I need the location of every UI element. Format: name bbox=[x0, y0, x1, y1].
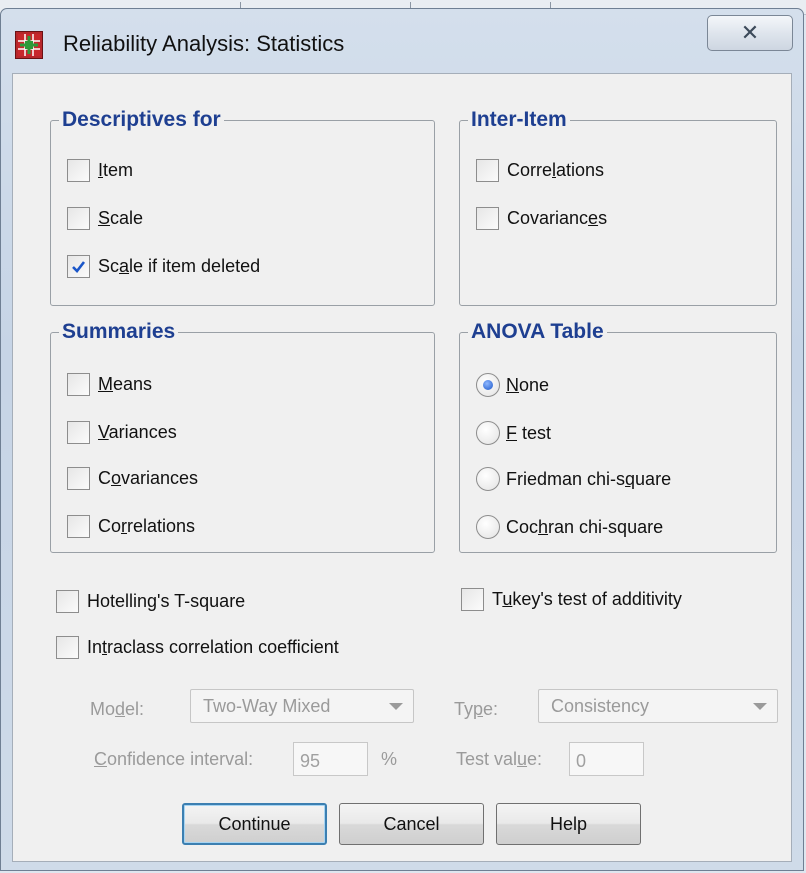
tukey-label: Tukey's test of additivity bbox=[492, 589, 682, 609]
intraclass-label: Intraclass correlation coefficient bbox=[87, 637, 339, 657]
tukey-checkbox[interactable]: Tukey's test of additivity bbox=[461, 588, 682, 611]
dialog-body: Descriptives for Item Scale Scale if ite… bbox=[12, 73, 792, 862]
close-icon: ✕ bbox=[740, 20, 760, 45]
confidence-interval-input[interactable]: 95 bbox=[293, 742, 368, 776]
friedman-label: Friedman chi-square bbox=[506, 468, 672, 489]
model-value: Two-Way Mixed bbox=[203, 695, 331, 716]
summaries-covariances-label: Covariances bbox=[98, 468, 199, 488]
variances-checkbox[interactable]: Variances bbox=[67, 421, 177, 444]
summaries-title: Summaries bbox=[59, 319, 179, 345]
anova-f-test-radio[interactable]: F test bbox=[476, 421, 551, 445]
checkbox-box[interactable] bbox=[56, 636, 79, 659]
inter-item-title: Inter-Item bbox=[468, 107, 570, 133]
type-label: Type: bbox=[454, 699, 499, 719]
close-button[interactable]: ✕ bbox=[707, 15, 793, 51]
correlations-label: Correlations bbox=[507, 160, 605, 180]
summaries-correlations-label: Correlations bbox=[98, 516, 196, 536]
radio[interactable] bbox=[476, 421, 500, 445]
checkbox-box[interactable] bbox=[476, 207, 499, 230]
checkbox-box[interactable] bbox=[67, 207, 90, 230]
scale-if-item-deleted-checkbox[interactable]: Scale if item deleted bbox=[67, 255, 260, 278]
summaries-covariances-checkbox[interactable]: Covariances bbox=[67, 467, 198, 490]
inter-item-correlations-checkbox[interactable]: Correlations bbox=[476, 159, 604, 182]
test-value-input[interactable]: 0 bbox=[569, 742, 644, 776]
radio[interactable] bbox=[476, 467, 500, 491]
radio-selected[interactable] bbox=[476, 373, 500, 397]
continue-button[interactable]: Continue bbox=[182, 803, 327, 845]
radio[interactable] bbox=[476, 515, 500, 539]
descriptives-title: Descriptives for bbox=[59, 107, 224, 133]
summaries-correlations-checkbox[interactable]: Correlations bbox=[67, 515, 195, 538]
checkbox-box[interactable] bbox=[67, 159, 90, 182]
checkbox-box-checked[interactable] bbox=[67, 255, 90, 278]
checkbox-box[interactable] bbox=[67, 467, 90, 490]
test-value-label: Test value: bbox=[456, 749, 543, 769]
inter-item-group: Inter-Item Correlations Covariances bbox=[459, 107, 777, 306]
dialog-window: Reliability Analysis: Statistics ✕ Descr… bbox=[0, 8, 804, 871]
scale-if-item-deleted-label: Scale if item deleted bbox=[98, 256, 261, 276]
checkbox-box[interactable] bbox=[67, 515, 90, 538]
checkbox-box[interactable] bbox=[476, 159, 499, 182]
scale-label: Scale bbox=[98, 208, 144, 228]
scale-checkbox[interactable]: Scale bbox=[67, 207, 143, 230]
model-dropdown[interactable]: Two-Way Mixed bbox=[190, 689, 414, 723]
item-checkbox[interactable]: Item bbox=[67, 159, 133, 182]
spss-grid-icon bbox=[15, 31, 43, 59]
checkbox-box[interactable] bbox=[67, 421, 90, 444]
window-title: Reliability Analysis: Statistics bbox=[63, 31, 345, 56]
help-button[interactable]: Help bbox=[496, 803, 641, 845]
covariances-label: Covariances bbox=[507, 208, 608, 228]
anova-group: ANOVA Table None F test Friedman chi-squ… bbox=[459, 319, 777, 553]
model-label: Model: bbox=[90, 699, 145, 719]
inter-item-covariances-checkbox[interactable]: Covariances bbox=[476, 207, 607, 230]
f-test-label: F test bbox=[506, 422, 552, 443]
cochran-label: Cochran chi-square bbox=[506, 516, 664, 537]
hotelling-checkbox[interactable]: Hotelling's T-square bbox=[56, 590, 245, 613]
anova-none-radio[interactable]: None bbox=[476, 373, 549, 397]
anova-friedman-radio[interactable]: Friedman chi-square bbox=[476, 467, 671, 491]
cancel-button[interactable]: Cancel bbox=[339, 803, 484, 845]
variances-label: Variances bbox=[98, 422, 177, 442]
checkbox-box[interactable] bbox=[461, 588, 484, 611]
type-dropdown[interactable]: Consistency bbox=[538, 689, 778, 723]
means-checkbox[interactable]: Means bbox=[67, 373, 152, 396]
chevron-down-icon bbox=[753, 703, 767, 710]
anova-title: ANOVA Table bbox=[468, 319, 607, 345]
title-bar[interactable]: Reliability Analysis: Statistics ✕ bbox=[1, 9, 803, 73]
means-label: Means bbox=[98, 374, 153, 394]
checkbox-box[interactable] bbox=[67, 373, 90, 396]
radio-dot-icon bbox=[483, 380, 493, 390]
checkbox-box[interactable] bbox=[56, 590, 79, 613]
item-label: Item bbox=[98, 160, 134, 180]
anova-cochran-radio[interactable]: Cochran chi-square bbox=[476, 515, 663, 539]
confidence-interval-label: Confidence interval: bbox=[94, 749, 254, 769]
descriptives-group: Descriptives for Item Scale Scale if ite… bbox=[50, 107, 435, 306]
none-label: None bbox=[506, 374, 550, 395]
check-mark-icon bbox=[72, 261, 86, 273]
type-value: Consistency bbox=[551, 695, 650, 716]
percent-unit: % bbox=[381, 749, 398, 769]
hotelling-label: Hotelling's T-square bbox=[87, 591, 246, 611]
intraclass-checkbox[interactable]: Intraclass correlation coefficient bbox=[56, 636, 339, 659]
chevron-down-icon bbox=[389, 703, 403, 710]
summaries-group: Summaries Means Variances Covariances Co… bbox=[50, 319, 435, 553]
